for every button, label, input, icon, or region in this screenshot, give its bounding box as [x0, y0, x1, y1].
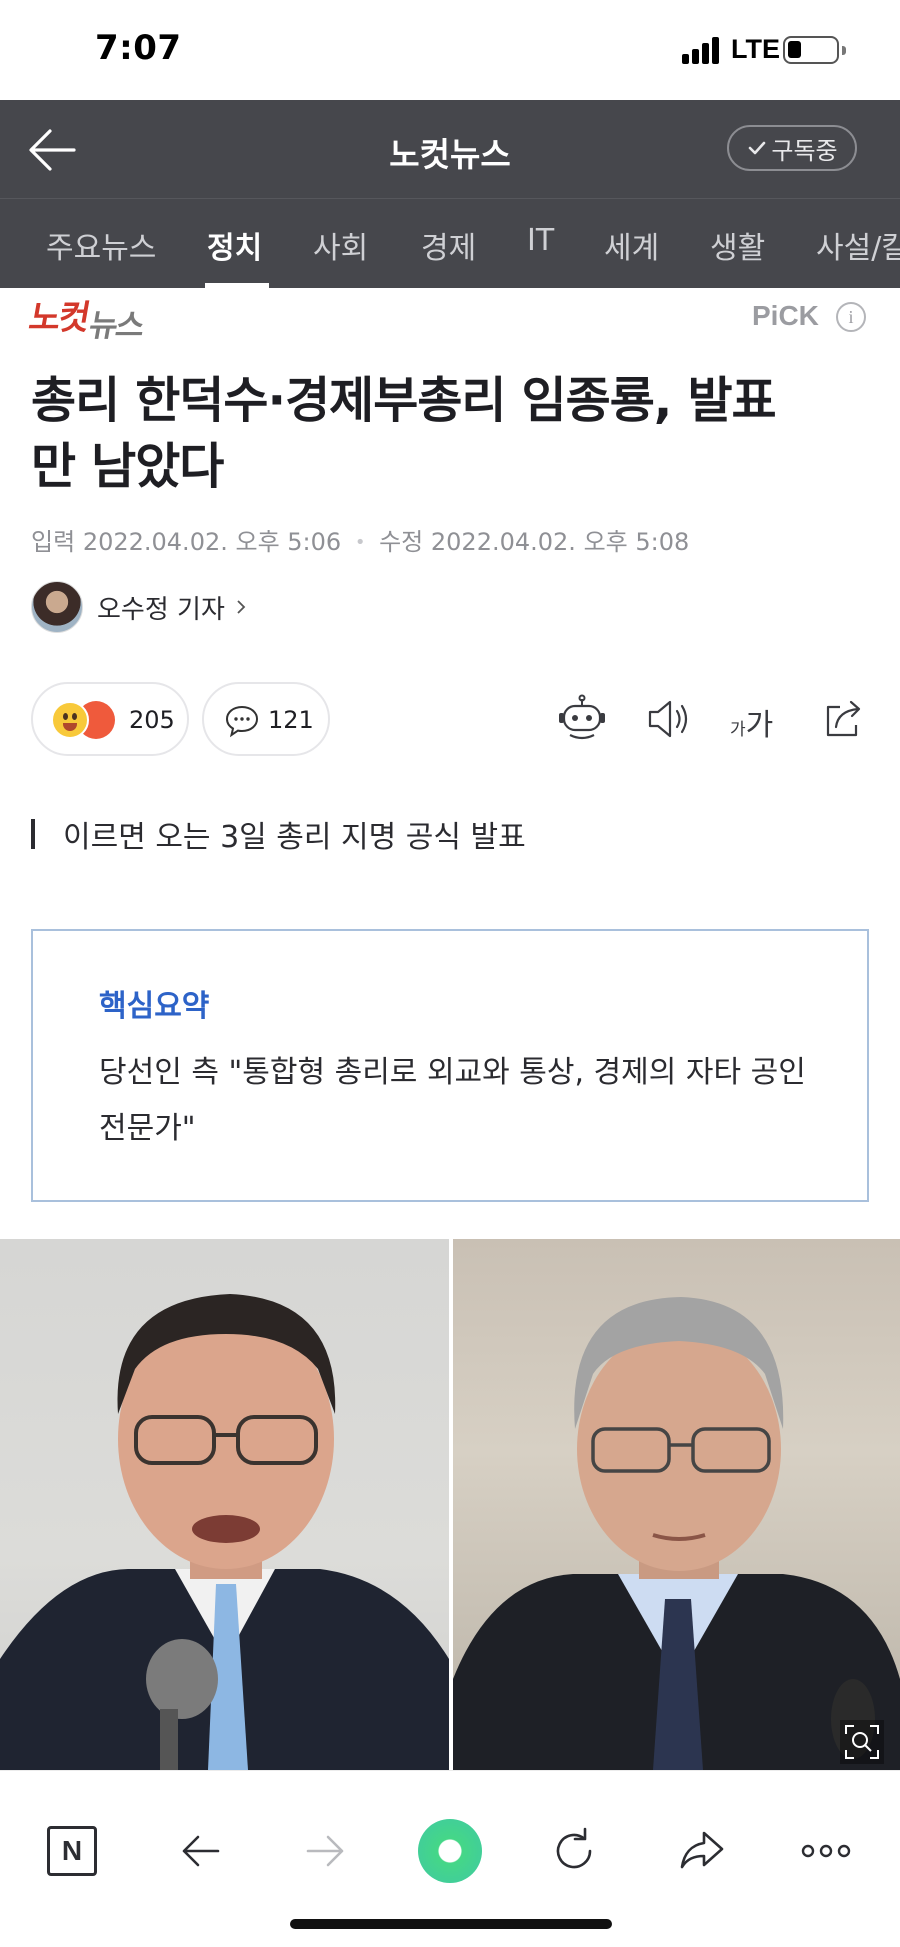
article-photo-left[interactable] [0, 1239, 449, 1770]
category-tab-bar: 주요뉴스 정치 사회 경제 IT 세계 생활 사설/칼 [0, 198, 900, 288]
status-bar: 7:07 LTE [0, 0, 900, 100]
article-headline: 총리 한덕수·경제부총리 임종룡, 발표 만 남았다 [31, 368, 871, 500]
font-size-button[interactable]: 가가 [730, 700, 773, 744]
battery-icon [783, 36, 846, 64]
status-time: 7:07 [95, 28, 182, 68]
pick-label: PiCK [752, 300, 819, 331]
green-dot-button[interactable] [418, 1819, 482, 1883]
share-forward-icon[interactable] [674, 1823, 730, 1879]
tab-society[interactable]: 사회 [313, 223, 368, 267]
speaker-icon[interactable] [642, 693, 694, 745]
reaction-count: 205 [129, 706, 175, 734]
check-icon [749, 141, 766, 155]
font-size-small-label: 가 [730, 720, 746, 740]
refresh-icon[interactable] [546, 1823, 602, 1879]
headline-line-1: 총리 한덕수·경제부총리 임종룡, 발표 [31, 372, 777, 429]
reporter-avatar [31, 581, 83, 633]
tab-main-news[interactable]: 주요뉴스 [46, 223, 156, 267]
tab-life[interactable]: 생활 [710, 223, 765, 267]
chevron-right-icon [237, 600, 246, 614]
article-photo-right[interactable] [453, 1239, 900, 1770]
headline-line-2: 만 남았다 [31, 438, 224, 495]
forward-icon[interactable] [298, 1823, 354, 1879]
comment-count: 121 [268, 706, 314, 734]
modified-label: 수정 [379, 528, 424, 556]
key-summary-box: 핵심요약 당선인 측 "통합형 총리로 외교와 통상, 경제의 자타 공인 전문… [31, 929, 869, 1202]
comment-button[interactable]: 121 [202, 682, 330, 756]
active-tab-indicator [205, 283, 269, 288]
naver-home-button[interactable]: N [47, 1826, 97, 1876]
zoom-icon[interactable] [840, 1720, 884, 1764]
subheadline-text: 이르면 오는 3일 총리 지명 공식 발표 [63, 820, 526, 855]
reporter-link[interactable]: 오수정 기자 [31, 581, 249, 633]
person-right-illustration [453, 1297, 900, 1770]
network-label: LTE [731, 34, 780, 64]
font-size-large-label: 가 [745, 708, 774, 743]
signal-icon [682, 36, 722, 64]
article-dates: 입력 2022.04.02. 오후 5:06 • 수정 2022.04.02. … [31, 522, 689, 557]
subscribe-button[interactable]: 구독중 [727, 125, 857, 171]
back-icon[interactable] [172, 1823, 228, 1879]
home-indicator[interactable] [290, 1919, 612, 1929]
comment-icon [225, 705, 259, 738]
more-icon[interactable] [798, 1823, 854, 1879]
person-left-illustration [0, 1294, 449, 1770]
tab-economy[interactable]: 경제 [421, 223, 476, 267]
tab-world[interactable]: 세계 [604, 223, 659, 267]
robot-summary-icon[interactable] [556, 693, 608, 745]
modified-date: 2022.04.02. 오후 5:08 [430, 528, 690, 556]
summary-title: 핵심요약 [99, 989, 210, 1024]
tab-politics[interactable]: 정치 [207, 223, 262, 267]
subheadline: 이르면 오는 3일 총리 지명 공식 발표 [31, 812, 526, 856]
app-header: 노컷뉴스 구독중 [0, 100, 900, 198]
subheadline-bar [31, 819, 35, 849]
tab-editorial[interactable]: 사설/칼 [816, 223, 900, 267]
share-icon[interactable] [818, 693, 870, 745]
date-separator: • [354, 532, 366, 553]
reaction-button[interactable]: 205 [31, 682, 189, 756]
browser-toolbar: N [0, 1770, 900, 1947]
subscribe-label: 구독중 [771, 136, 838, 165]
reporter-name: 오수정 기자 [97, 594, 225, 625]
tab-it[interactable]: IT [527, 223, 554, 258]
input-date: 2022.04.02. 오후 5:06 [82, 528, 342, 556]
happy-emoji-icon [51, 701, 89, 739]
input-label: 입력 [31, 528, 76, 556]
press-logo-red: 노컷 [25, 298, 92, 338]
summary-text: 당선인 측 "통합형 총리로 외교와 통상, 경제의 자타 공인 전문가" [99, 1055, 806, 1146]
info-icon[interactable]: i [836, 302, 866, 332]
press-logo-gray: 뉴스 [86, 308, 146, 344]
press-logo[interactable]: 노컷 뉴스 [26, 290, 160, 344]
